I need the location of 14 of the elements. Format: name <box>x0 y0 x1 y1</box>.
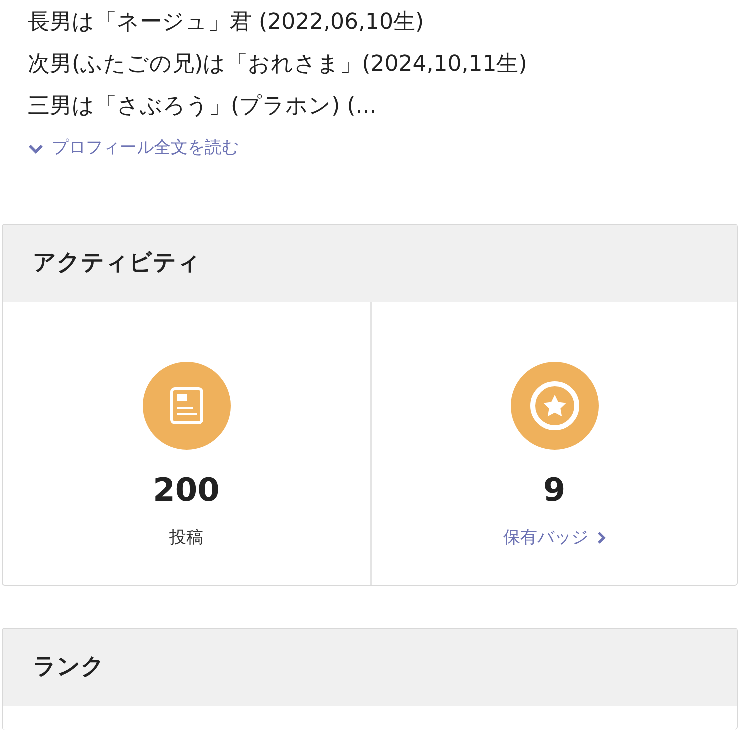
stat-value: 200 <box>153 470 220 510</box>
stat-value: 9 <box>543 470 566 510</box>
card-title: ランク <box>33 652 105 682</box>
card-title: アクティビティ <box>33 248 201 278</box>
stat-label: 投稿 <box>170 526 204 550</box>
badges-link[interactable]: 保有バッジ <box>504 526 606 551</box>
read-more-link[interactable]: プロフィール全文を読む <box>28 136 239 162</box>
profile-text: 三男は「さぶろう」(プラホン) (... <box>28 93 377 121</box>
star-badge-icon <box>510 362 598 450</box>
profile-text: 次男(ふたごの兄)は「おれさま」(2024,10,11生) <box>28 51 528 79</box>
chevron-right-icon <box>596 531 606 546</box>
document-icon <box>142 362 230 450</box>
profile-text: 長男は「ネージュ」君 (2022,06,10生) <box>28 9 424 37</box>
chevron-down-icon <box>28 144 44 154</box>
